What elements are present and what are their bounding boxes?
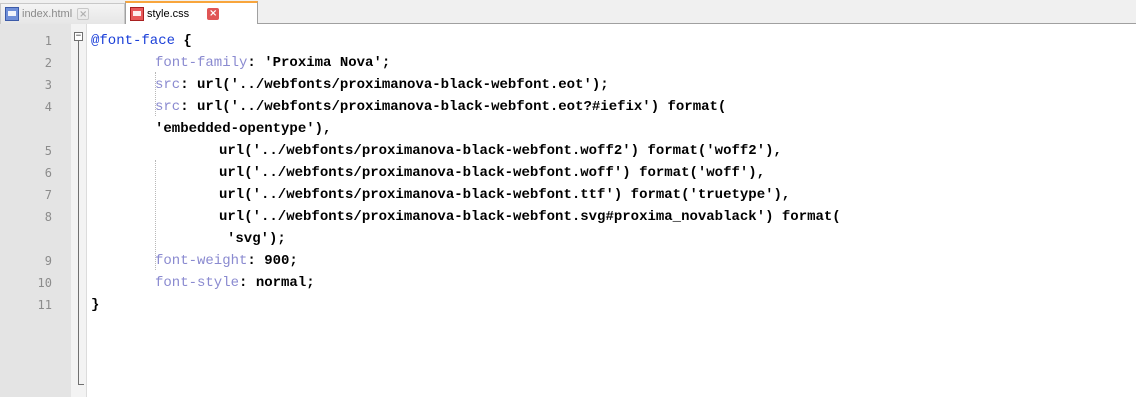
line-number: 1 [44,34,52,48]
fold-end-marker [78,384,84,385]
code-line[interactable]: 7 url('../webfonts/proximanova-black-webf… [0,184,1136,206]
code-line[interactable]: 'svg'); [0,228,1136,250]
property-token: src [155,99,181,115]
property-token: font-weight [155,253,248,269]
tab-label: index.html [22,8,73,20]
code-line[interactable]: 4 src: url('../webfonts/proximanova-black… [0,96,1136,118]
code-text: font-weight: 900; [155,250,298,272]
line-number: 10 [37,276,52,290]
code-line[interactable]: 6 url('../webfonts/proximanova-black-webf… [0,162,1136,184]
code-token: url('../webfonts/proximanova-black-webfo… [219,143,782,159]
code-token: url('../webfonts/proximanova-black-webfo… [219,209,841,225]
code-text: src: url('../webfonts/proximanova-black-… [155,74,609,96]
code-token: : url('../webfonts/proximanova-black-web… [180,99,727,115]
code-token: } [91,297,100,313]
close-icon[interactable]: × [77,8,90,20]
code-line[interactable]: 8 url('../webfonts/proximanova-black-webf… [0,206,1136,228]
tab-bar: index.html × style.css × [0,0,1136,25]
code-text: 'svg'); [227,228,286,250]
line-number: 4 [44,100,52,114]
line-number: 2 [44,56,52,70]
line-number: 3 [44,78,52,92]
code-token: 'svg'); [227,231,286,247]
tab-style-css[interactable]: style.css × [125,1,258,25]
property-token: font-family [155,55,248,71]
html-file-icon [5,7,19,21]
line-number: 9 [44,254,52,268]
code-line[interactable]: 5 url('../webfonts/proximanova-black-webf… [0,140,1136,162]
line-number: 11 [37,298,52,312]
css-file-icon [130,6,144,21]
at-rule-token: @font-face [91,33,176,49]
code-line[interactable]: 11} [0,294,1136,316]
code-editor[interactable]: − 1 @font-face {2 font-family: 'Proxima No… [0,24,1136,397]
code-token: : normal; [239,275,315,291]
code-token: { [175,33,192,49]
code-text: url('../webfonts/proximanova-black-webfo… [219,206,841,228]
line-number: 6 [44,166,52,180]
code-line[interactable]: 'embedded-opentype'), [0,118,1136,140]
code-token: 'embedded-opentype'), [155,121,332,137]
tab-index-html[interactable]: index.html × [0,3,125,24]
code-token: : url('../webfonts/proximanova-black-web… [180,77,609,93]
code-text: font-family: 'Proxima Nova'; [155,52,390,74]
close-icon[interactable]: × [207,7,220,20]
line-number: 5 [44,144,52,158]
code-text: } [91,294,99,316]
code-line[interactable]: 2 font-family: 'Proxima Nova'; [0,52,1136,74]
code-token: url('../webfonts/proximanova-black-webfo… [219,165,766,181]
code-text: font-style: normal; [155,272,315,294]
code-token: url('../webfonts/proximanova-black-webfo… [219,187,791,203]
line-number: 7 [44,188,52,202]
property-token: font-style [155,275,240,291]
code-text: url('../webfonts/proximanova-black-webfo… [219,162,765,184]
code-text: 'embedded-opentype'), [155,118,331,140]
code-text: url('../webfonts/proximanova-black-webfo… [219,184,790,206]
code-token: : 'Proxima Nova'; [247,55,391,71]
line-number: 8 [44,210,52,224]
code-line[interactable]: 9 font-weight: 900; [0,250,1136,272]
code-text: url('../webfonts/proximanova-black-webfo… [219,140,782,162]
code-text: @font-face { [91,30,192,52]
code-line[interactable]: 10 font-style: normal; [0,272,1136,294]
property-token: src [155,77,181,93]
code-line[interactable]: 3 src: url('../webfonts/proximanova-black… [0,74,1136,96]
code-line[interactable]: 1 @font-face { [0,30,1136,52]
code-token: : 900; [247,253,298,269]
code-text: src: url('../webfonts/proximanova-black-… [155,96,726,118]
tab-label: style.css [147,7,190,20]
